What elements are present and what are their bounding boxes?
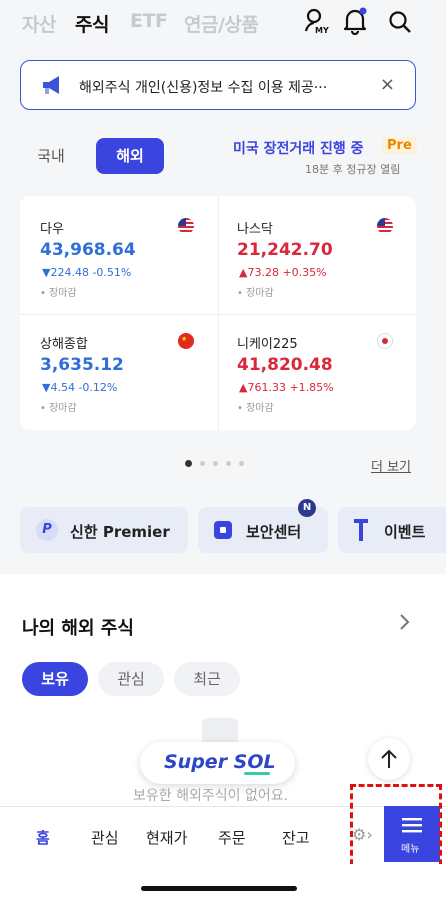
chip-watchlist[interactable]: 관심 [98, 662, 164, 696]
pager-dots[interactable] [185, 460, 255, 468]
more-link[interactable]: 더 보기 [371, 456, 411, 475]
section-title: 나의 해외 주식 [22, 618, 134, 639]
arrow-up-icon [381, 749, 397, 768]
index-change: ▼224.48 -0.51% [42, 266, 132, 279]
notice-banner[interactable]: 해외주식 개인(신용)정보 수집 이용 제공··· × [20, 60, 416, 110]
index-change: ▼4.54 -0.12% [42, 381, 118, 394]
index-card: 다우 43,968.64 ▼224.48 -0.51% • 장마감 나스닥 21… [20, 196, 416, 430]
index-name: 상해종합 [40, 337, 88, 352]
nav-quote[interactable]: 현재가 [146, 827, 187, 848]
index-value: 41,820.48 [237, 355, 333, 375]
overseas-toggle[interactable]: 해외 [96, 138, 164, 174]
index-value: 3,635.12 [40, 355, 124, 375]
home-indicator [141, 886, 297, 891]
premier-label: 신한 Premier [70, 523, 170, 541]
index-value: 21,242.70 [237, 240, 333, 260]
index-change: ▲73.28 +0.35% [239, 266, 327, 279]
close-icon[interactable]: × [380, 74, 395, 95]
cn-flag-icon: ★ [178, 333, 194, 349]
notice-text: 해외주식 개인(신용)정보 수집 이용 제공··· [79, 80, 328, 96]
shield-icon [214, 521, 232, 539]
market-status-sub: 18분 후 정규장 열림 [305, 163, 401, 176]
chevron-right-icon[interactable] [398, 612, 412, 636]
premier-icon: P [36, 519, 58, 541]
index-nikkei[interactable]: 니케이225 41,820.48 ▲761.33 +1.85% • 장마감 [219, 315, 416, 430]
home-indicator-area [0, 864, 446, 910]
us-flag-icon [178, 218, 194, 234]
pre-badge: Pre [382, 137, 417, 154]
index-status: • 장마감 [40, 403, 77, 414]
domestic-toggle[interactable]: 국내 [28, 138, 74, 174]
premier-button[interactable]: P 신한 Premier [20, 507, 188, 553]
index-status: • 장마감 [237, 403, 274, 414]
search-icon[interactable] [386, 8, 414, 36]
tab-stock[interactable]: 주식 [75, 10, 109, 37]
new-badge: N [298, 499, 316, 517]
jp-flag-icon [377, 333, 393, 349]
chip-recent[interactable]: 최근 [174, 662, 240, 696]
my-profile-icon[interactable]: MY [302, 6, 332, 38]
empty-text: 보유한 해외주식이 없어요. [133, 788, 289, 804]
nav-order[interactable]: 주문 [218, 827, 246, 848]
my-label: MY [315, 26, 329, 35]
super-sol-text: Super SOL [164, 751, 276, 773]
index-value: 43,968.64 [40, 240, 136, 260]
security-center-label: 보안센터 [246, 523, 302, 541]
nav-watchlist[interactable]: 관심 [91, 827, 119, 848]
index-status: • 장마감 [40, 288, 77, 299]
index-name: 니케이225 [237, 337, 298, 352]
index-nasdaq[interactable]: 나스닥 21,242.70 ▲73.28 +0.35% • 장마감 [219, 196, 416, 314]
market-status-title: 미국 장전거래 진행 중 [233, 141, 364, 157]
scroll-top-button[interactable] [368, 738, 410, 780]
index-shanghai[interactable]: 상해종합 ★ 3,635.12 ▼4.54 -0.12% • 장마감 [20, 315, 218, 430]
tab-asset[interactable]: 자산 [22, 10, 56, 37]
event-button[interactable]: 이벤트 [338, 507, 446, 553]
index-name: 나스닥 [237, 222, 273, 237]
event-label: 이벤트 [384, 523, 426, 541]
nav-balance[interactable]: 잔고 [282, 827, 310, 848]
us-flag-icon [377, 218, 393, 234]
megaphone-icon [41, 75, 67, 99]
index-dow[interactable]: 다우 43,968.64 ▼224.48 -0.51% • 장마감 [20, 196, 218, 314]
event-icon [354, 519, 368, 545]
tab-pension[interactable]: 연금/상품 [184, 10, 259, 37]
chip-holding[interactable]: 보유 [22, 662, 88, 696]
index-name: 다우 [40, 222, 64, 237]
bell-icon[interactable] [341, 6, 369, 36]
nav-home[interactable]: 홈 [36, 827, 50, 848]
super-sol-logo[interactable]: Super SOL [140, 742, 295, 784]
security-center-button[interactable]: 보안센터 N [198, 499, 328, 553]
index-change: ▲761.33 +1.85% [239, 381, 334, 394]
index-status: • 장마감 [237, 288, 274, 299]
tab-etf[interactable]: ETF [130, 10, 168, 32]
